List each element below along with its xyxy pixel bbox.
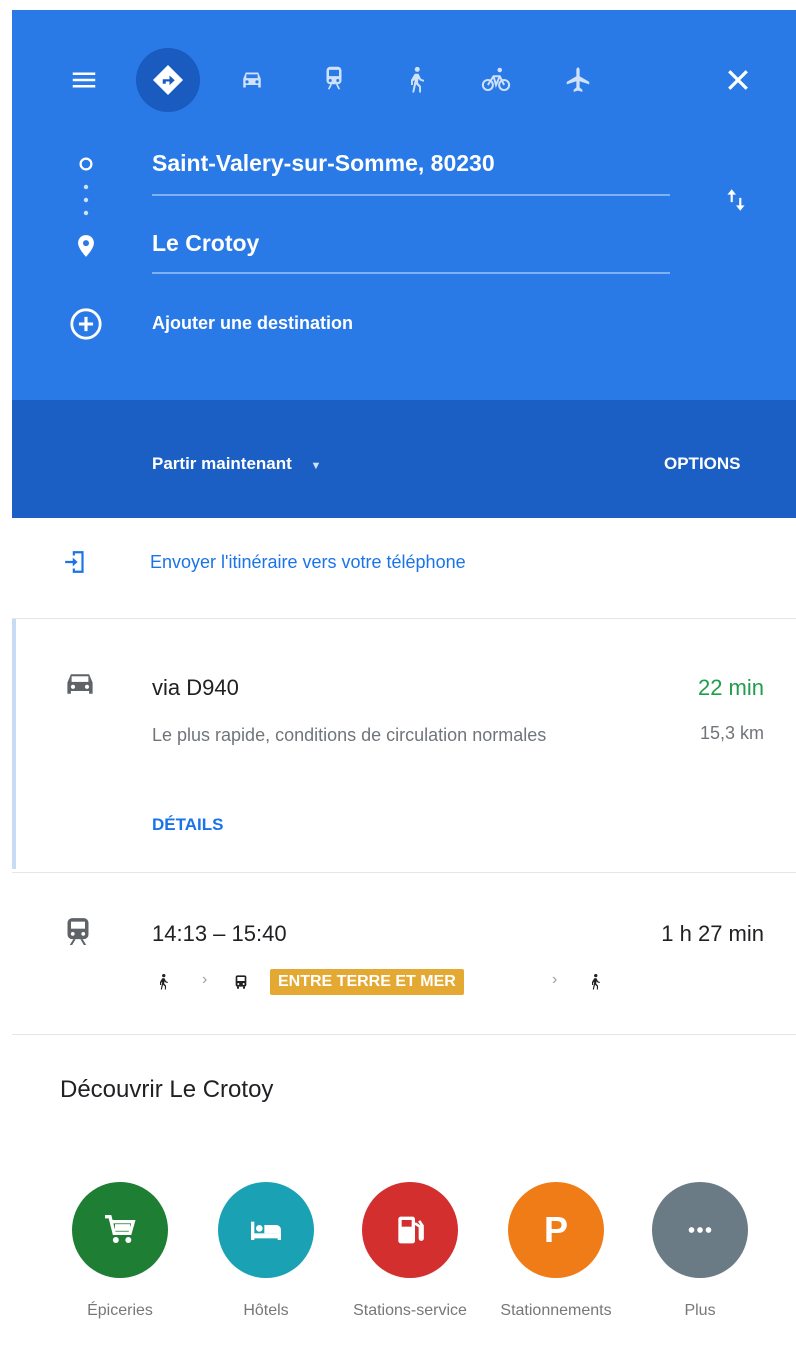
walk-icon <box>154 969 172 995</box>
origin-input-underline <box>152 194 670 196</box>
gas-stations-button[interactable] <box>362 1182 458 1278</box>
destination-input[interactable]: Le Crotoy <box>152 230 259 257</box>
divider <box>12 1034 796 1035</box>
category-label: Hôtels <box>243 1302 289 1319</box>
details-button[interactable]: DÉTAILS <box>152 815 223 835</box>
fuel-icon <box>398 1216 424 1244</box>
send-to-phone-icon[interactable] <box>60 544 92 580</box>
bed-icon <box>251 1221 281 1240</box>
bike-icon[interactable] <box>474 58 518 102</box>
destination-input-underline <box>152 272 670 274</box>
route-description: Le plus rapide, conditions de circulatio… <box>152 725 547 745</box>
route-name: via D940 <box>152 675 239 700</box>
route-distance: 15,3 km <box>699 723 764 743</box>
flight-icon[interactable] <box>556 58 600 102</box>
close-icon[interactable] <box>716 58 760 102</box>
transit-icon[interactable] <box>312 56 356 100</box>
swap-icon[interactable] <box>718 180 754 220</box>
departure-options-bar: Partir maintenant ▼ OPTIONS <box>12 400 796 518</box>
depart-time-label: Partir maintenant <box>152 454 292 473</box>
options-button[interactable]: OPTIONS <box>664 454 741 474</box>
parking-button[interactable]: P <box>508 1182 604 1278</box>
transit-times: 14:13 – 15:40 <box>152 921 287 946</box>
groceries-button[interactable] <box>72 1182 168 1278</box>
origin-input[interactable]: Saint-Valery-sur-Somme, 80230 <box>152 150 495 177</box>
route-duration: 22 min <box>697 675 764 700</box>
category-label: Épiceries <box>87 1302 153 1319</box>
parking-icon: P <box>543 1209 568 1250</box>
hotels-button[interactable] <box>218 1182 314 1278</box>
category-label: Stations-service <box>353 1302 467 1319</box>
menu-icon[interactable] <box>62 58 106 102</box>
add-destination-icon[interactable] <box>68 306 104 342</box>
destination-pin-icon <box>74 232 98 260</box>
directions-header: Saint-Valery-sur-Somme, 80230 Le Crotoy … <box>12 10 796 400</box>
walk-icon <box>586 969 604 995</box>
discover-title: Découvrir Le Crotoy <box>60 1076 274 1103</box>
walk-icon[interactable] <box>394 58 438 102</box>
transit-line-badge: ENTRE TERRE ET MER <box>270 969 464 995</box>
add-destination-button[interactable]: Ajouter une destination <box>152 313 353 334</box>
car-icon[interactable] <box>230 58 274 102</box>
cart-icon <box>105 1215 136 1243</box>
route-card-car[interactable]: via D940 22 min Le plus rapide, conditio… <box>12 619 796 869</box>
chevron-right-icon: › <box>202 971 208 988</box>
category-label: Stationnements <box>500 1302 612 1319</box>
directions-panel: Saint-Valery-sur-Somme, 80230 Le Crotoy … <box>12 10 796 1352</box>
depart-time-dropdown[interactable]: Partir maintenant ▼ <box>152 454 321 474</box>
chevron-down-icon: ▼ <box>310 460 322 472</box>
directions-icon[interactable] <box>136 48 200 112</box>
transit-duration: 1 h 27 min <box>661 921 764 946</box>
bus-icon <box>232 971 250 993</box>
route-card-transit[interactable]: 14:13 – 15:40 1 h 27 min › ENTRE TERRE E… <box>12 873 796 1031</box>
origin-circle-icon <box>76 154 96 174</box>
transit-icon <box>62 913 94 949</box>
more-button[interactable] <box>652 1182 748 1278</box>
send-to-phone-link[interactable]: Envoyer l'itinéraire vers votre téléphon… <box>150 552 466 573</box>
selected-route-indicator <box>12 619 16 869</box>
more-icon <box>688 1227 712 1233</box>
route-dots-icon <box>82 182 90 222</box>
chevron-right-icon: › <box>552 971 558 988</box>
category-label: Plus <box>684 1302 716 1319</box>
car-icon <box>62 669 98 699</box>
